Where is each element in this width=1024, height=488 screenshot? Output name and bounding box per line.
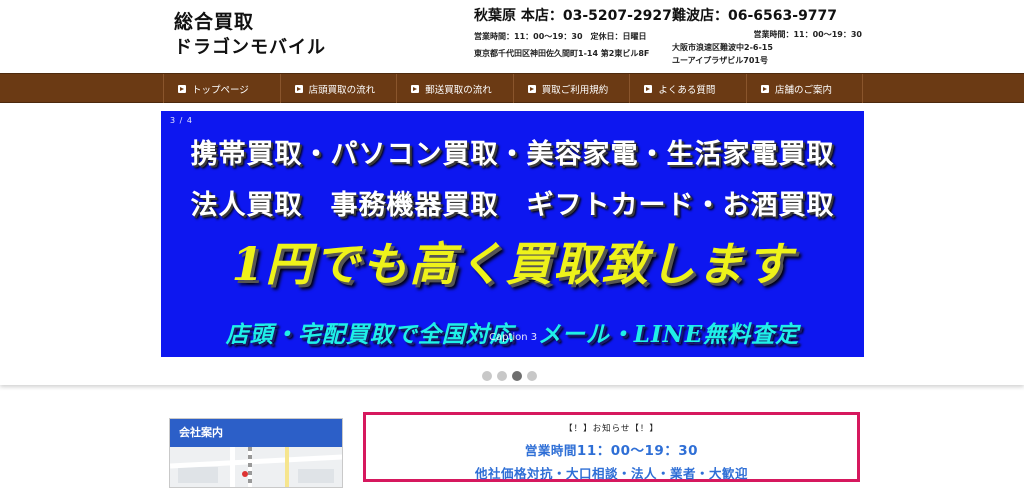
store-info-akihabara: 秋葉原 本店：03-5207-2927 営業時間：11：00～19：30 定休日…: [474, 6, 674, 60]
arrow-right-icon: [527, 85, 536, 93]
namba-hours: 営業時間：11：00～19：30: [753, 30, 862, 39]
map-railway: [248, 447, 252, 487]
site-logo[interactable]: 総合買取 ドラゴンモバイル: [174, 9, 364, 61]
nav-item-store-guide[interactable]: 店舗のご案内: [745, 74, 863, 104]
slider-dot-4[interactable]: [527, 371, 537, 381]
hero-slider: 3 / 4 携帯買取・パソコン買取・美容家電・生活家電買取 法人買取 事務機器買…: [0, 103, 1024, 385]
site-header: 総合買取 ドラゴンモバイル 秋葉原 本店：03-5207-2927 営業時間：1…: [0, 0, 1024, 73]
map-thumbnail[interactable]: [170, 447, 342, 487]
notice-offer: 他社価格対抗・大口相談・法人・業者・大歓迎: [474, 466, 748, 481]
nav-item-terms[interactable]: 買取ご利用規約: [512, 74, 630, 104]
logo-line-2: ドラゴンモバイル: [174, 37, 326, 58]
nav-item-label: よくある質問: [658, 85, 716, 96]
nav-item-label: 店舗のご案内: [774, 85, 832, 96]
nav-list: トップページ 店頭買取の流れ 郵送買取の流れ 買取ご利用規約 よくある質問 店舗…: [163, 74, 863, 104]
akihabara-hours: 営業時間：11：00～19：30 定休日：日曜日: [474, 32, 647, 41]
nav-item-label: 店頭買取の流れ: [308, 85, 376, 96]
map-road: [230, 447, 235, 487]
arrow-right-icon: [760, 85, 769, 93]
page: 総合買取 ドラゴンモバイル 秋葉原 本店：03-5207-2927 営業時間：1…: [0, 0, 1024, 488]
banner-line-1: 携帯買取・パソコン買取・美容家電・生活家電買取: [190, 139, 835, 170]
logo-line-1: 総合買取: [174, 11, 255, 33]
namba-phone[interactable]: 難波店：06-6563-9777: [672, 6, 862, 26]
slide-banner[interactable]: 3 / 4 携帯買取・パソコン買取・美容家電・生活家電買取 法人買取 事務機器買…: [161, 111, 864, 357]
nav-item-mail-flow[interactable]: 郵送買取の流れ: [396, 74, 513, 104]
banner-headline: 1円でも高く買取致します: [231, 237, 794, 291]
akihabara-phone[interactable]: 秋葉原 本店：03-5207-2927: [474, 6, 674, 26]
slide-caption: Caption 3: [489, 332, 538, 343]
banner-line-2: 法人買取 事務機器買取 ギフトカード・お酒買取: [190, 190, 835, 221]
arrow-right-icon: [294, 85, 303, 93]
nav-item-top[interactable]: トップページ: [163, 74, 280, 104]
map-road: [170, 454, 342, 469]
notice-box: 【！】お知らせ【！】 営業時間11：00～19：30 他社価格対抗・大口相談・法…: [363, 412, 860, 482]
slider-dot-3[interactable]: [512, 371, 522, 381]
namba-address-1: 大阪市浪速区難波中2-6-15: [672, 43, 773, 52]
map-pin-icon: [242, 471, 248, 477]
nav-item-label: トップページ: [192, 85, 249, 96]
slide-counter: 3 / 4: [170, 116, 193, 125]
namba-address-2: ユーアイプラザビル701号: [672, 56, 768, 65]
slider-dot-1[interactable]: [482, 371, 492, 381]
map-road: [285, 447, 289, 487]
nav-item-store-flow[interactable]: 店頭買取の流れ: [279, 74, 397, 104]
notice-hours-label: 営業時間: [524, 443, 577, 458]
main-navigation: トップページ 店頭買取の流れ 郵送買取の流れ 買取ご利用規約 よくある質問 店舗…: [0, 73, 1024, 104]
arrow-right-icon: [178, 85, 186, 93]
slider-dot-2[interactable]: [497, 371, 507, 381]
map-block: [298, 469, 334, 483]
akihabara-address: 東京都千代田区神田佐久間町1-14 第2東ビル8F: [474, 49, 650, 58]
company-info-title: 会社案内: [170, 419, 342, 447]
nav-item-label: 買取ご利用規約: [541, 85, 609, 96]
company-info-box: 会社案内: [169, 418, 343, 488]
notice-title: 【！】お知らせ【！】: [564, 424, 659, 434]
nav-item-faq[interactable]: よくある質問: [629, 74, 746, 104]
notice-hours: 営業時間11：00～19：30: [366, 439, 857, 459]
store-info-namba: 難波店：06-6563-9777 営業時間：11：00～19：30 大阪市浪速区…: [672, 6, 862, 67]
slider-dots: [482, 371, 537, 381]
arrow-right-icon: [411, 85, 420, 93]
nav-item-label: 郵送買取の流れ: [425, 85, 492, 96]
notice-hours-value: 11：00～19：30: [576, 443, 699, 459]
arrow-right-icon: [644, 85, 653, 93]
map-block: [178, 467, 218, 483]
